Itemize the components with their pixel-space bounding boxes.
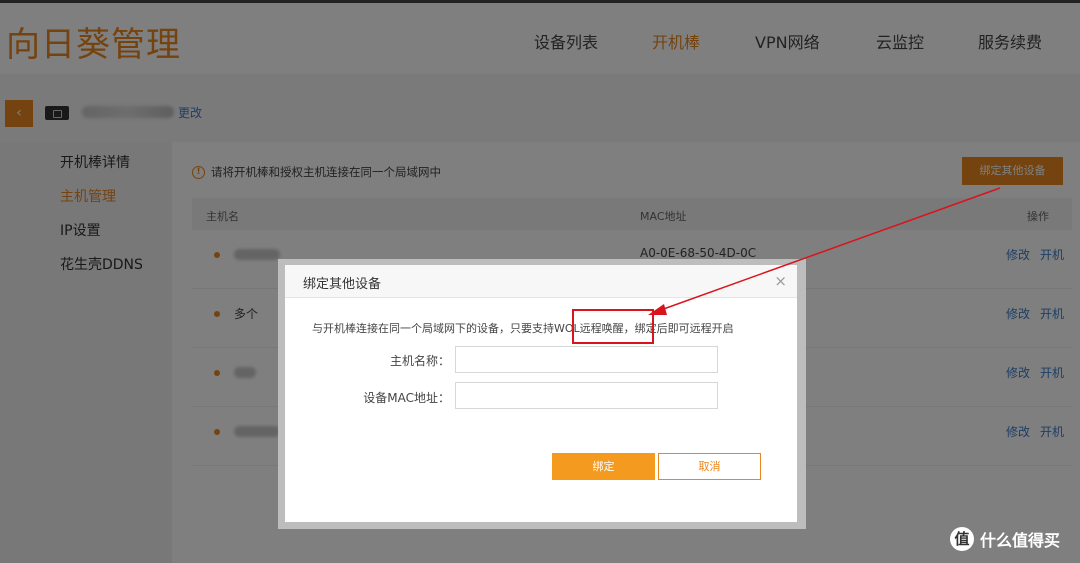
host-name-input[interactable]	[455, 346, 718, 373]
dialog-description: 与开机棒连接在同一个局域网下的设备，只要支持WOL远程唤醒，绑定后即可远程开启	[312, 322, 734, 335]
dialog-header: 绑定其他设备 ×	[285, 265, 797, 298]
watermark-text: 什么值得买	[980, 531, 1061, 550]
bind-device-dialog: 绑定其他设备 × 与开机棒连接在同一个局域网下的设备，只要支持WOL远程唤醒，绑…	[285, 265, 797, 522]
cancel-button[interactable]: 取消	[658, 453, 761, 480]
site-watermark: 值 什么值得买	[950, 527, 1060, 551]
mac-address-input[interactable]	[455, 382, 718, 409]
dialog-title: 绑定其他设备	[303, 277, 382, 292]
host-name-label: 主机名称：	[389, 354, 450, 368]
watermark-logo-icon: 值	[950, 527, 974, 551]
annotation-highlight-box	[572, 309, 654, 344]
close-icon[interactable]: ×	[774, 272, 787, 290]
bind-button[interactable]: 绑定	[552, 453, 655, 480]
mac-address-label: 设备MAC地址：	[363, 391, 450, 405]
